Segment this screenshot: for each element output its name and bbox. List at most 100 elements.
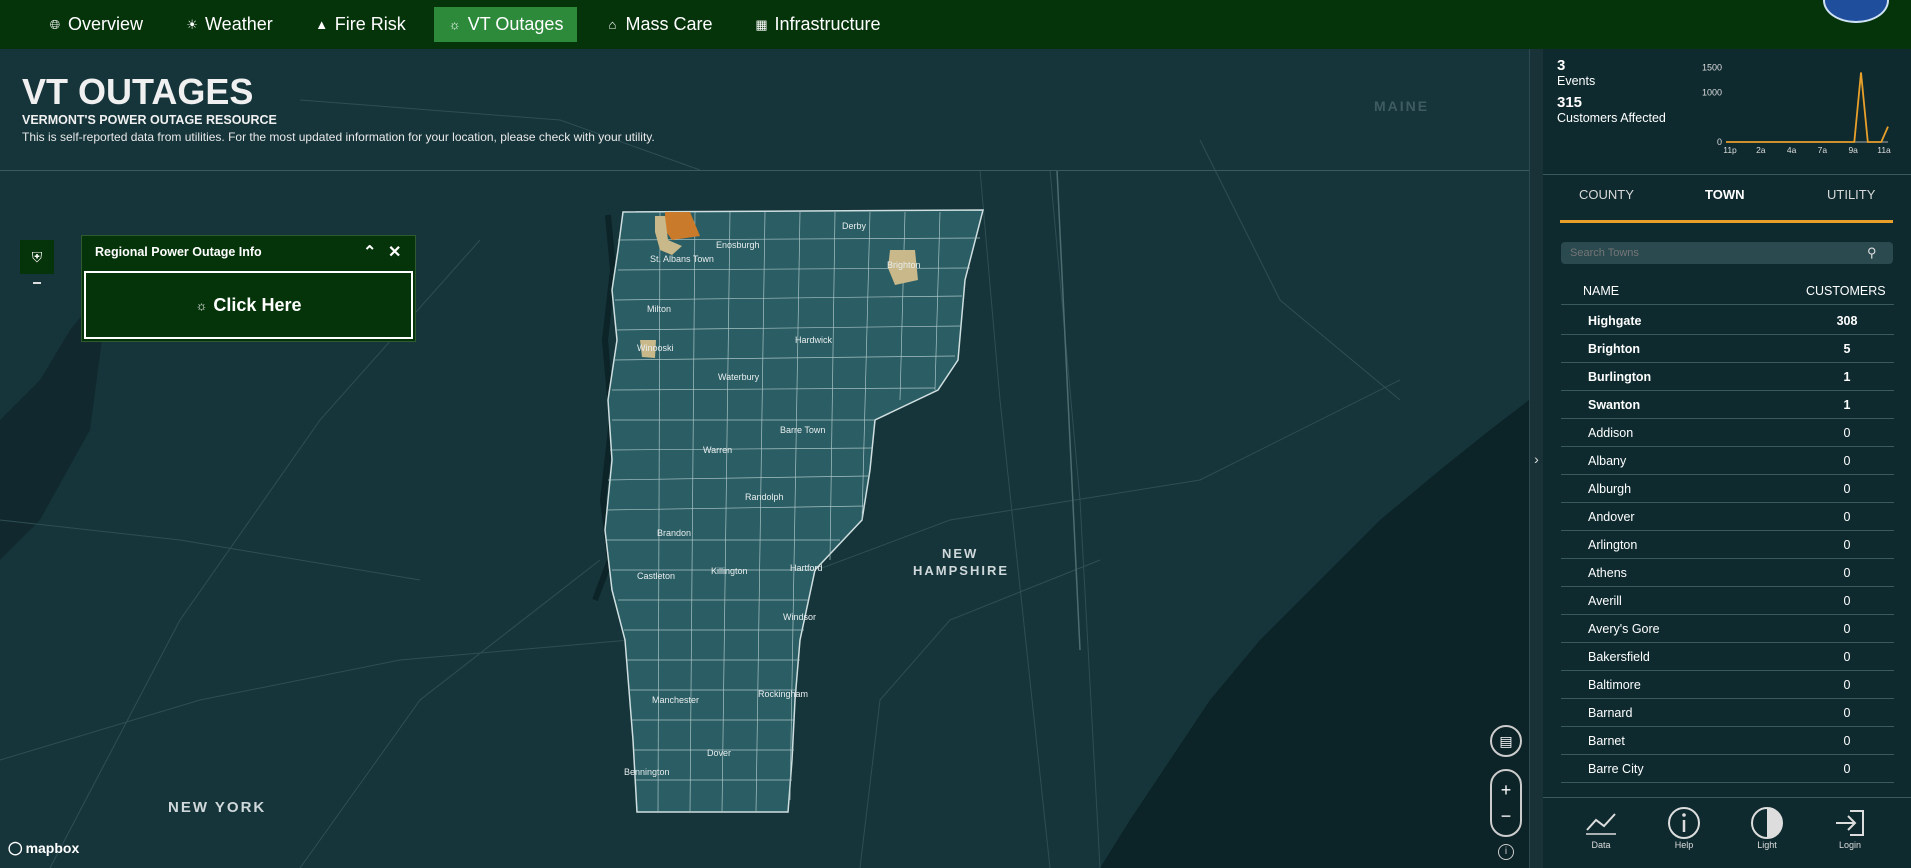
- header-divider: [0, 170, 1529, 171]
- table-row[interactable]: Barnet 0: [1561, 727, 1894, 755]
- table-row[interactable]: Andover 0: [1561, 503, 1894, 531]
- town-label-hartford: Hartford: [790, 563, 823, 573]
- nav-label: Overview: [68, 14, 144, 34]
- lightbulb-icon: ☼: [195, 297, 208, 313]
- town-name: Arlington: [1588, 538, 1638, 552]
- customer-count: 0: [1843, 622, 1851, 636]
- login-icon: [1820, 806, 1880, 840]
- town-name: Highgate: [1588, 314, 1642, 328]
- login-button[interactable]: Login: [1820, 806, 1880, 850]
- mapbox-logo-icon: ◯: [8, 840, 23, 855]
- zoom-control: + −: [1490, 769, 1522, 837]
- y-tick-label: 1500: [1702, 63, 1722, 73]
- layer-divider: [33, 282, 41, 284]
- data-button[interactable]: Data: [1571, 806, 1631, 850]
- table-row[interactable]: Highgate 308: [1561, 307, 1894, 335]
- town-name: Barnet: [1588, 734, 1625, 748]
- map-layer-toggle[interactable]: ⛨: [20, 240, 54, 274]
- nav-weather[interactable]: ☀ Weather: [171, 7, 287, 42]
- column-header-customers[interactable]: CUSTOMERS: [1806, 284, 1886, 298]
- y-tick-label: 1000: [1702, 87, 1722, 97]
- customer-count: 0: [1843, 482, 1851, 496]
- map-canvas[interactable]: Derby Enosburgh St. Albans Town Brighton…: [0, 49, 1529, 868]
- column-header-name[interactable]: NAME: [1583, 284, 1619, 298]
- sun-icon: ☀: [186, 16, 198, 32]
- collapse-icon[interactable]: ⌃: [363, 242, 376, 262]
- town-name: Barre City: [1588, 762, 1644, 776]
- table-row[interactable]: Averill 0: [1561, 587, 1894, 615]
- mapbox-label: mapbox: [25, 840, 80, 856]
- light-mode-button[interactable]: Light: [1737, 806, 1797, 850]
- attribution-info-icon[interactable]: i: [1498, 844, 1514, 860]
- table-row[interactable]: Arlington 0: [1561, 531, 1894, 559]
- customer-count: 0: [1843, 650, 1851, 664]
- nav-vt-outages[interactable]: ☼ VT Outages: [433, 7, 578, 42]
- search-icon[interactable]: ⚲: [1867, 245, 1877, 261]
- town-name: Avery's Gore: [1588, 622, 1660, 636]
- page-subtitle: VERMONT'S POWER OUTAGE RESOURCE: [22, 113, 277, 127]
- table-row[interactable]: Barre City 0: [1561, 755, 1894, 783]
- tab-county[interactable]: COUNTY: [1579, 187, 1634, 202]
- search-towns-input[interactable]: [1561, 242, 1893, 264]
- table-row[interactable]: Barnard 0: [1561, 699, 1894, 727]
- close-icon[interactable]: ✕: [388, 242, 401, 262]
- customer-count: 1: [1843, 370, 1851, 384]
- table-row[interactable]: Brighton 5: [1561, 335, 1894, 363]
- table-row[interactable]: Alburgh 0: [1561, 475, 1894, 503]
- table-row[interactable]: Athens 0: [1561, 559, 1894, 587]
- town-label-st-albans: St. Albans Town: [650, 254, 714, 264]
- data-label: Data: [1591, 840, 1611, 850]
- agency-logo: [1823, 0, 1889, 23]
- nav-label: Infrastructure: [774, 14, 881, 34]
- chevron-right-icon: ›: [1534, 450, 1539, 467]
- customer-count: 0: [1843, 734, 1851, 748]
- town-name: Alburgh: [1588, 482, 1632, 496]
- customer-count: 0: [1843, 566, 1851, 580]
- x-tick-label: 2a: [1756, 145, 1766, 155]
- help-button[interactable]: Help: [1654, 806, 1714, 850]
- map[interactable]: Derby Enosburgh St. Albans Town Brighton…: [0, 49, 1529, 868]
- town-label-winooski: Winooski: [637, 343, 674, 353]
- mapbox-attribution[interactable]: ◯ mapbox: [8, 840, 79, 856]
- events-count: 3: [1557, 57, 1566, 74]
- customer-count: 0: [1843, 678, 1851, 692]
- house-icon: ⌂: [608, 17, 617, 32]
- click-here-button[interactable]: ☼ Click Here: [84, 271, 413, 339]
- tab-town[interactable]: TOWN: [1705, 187, 1744, 202]
- building-icon: ▦: [755, 16, 768, 32]
- table-row[interactable]: Albany 0: [1561, 447, 1894, 475]
- town-label-waterbury: Waterbury: [718, 372, 760, 382]
- tab-utility[interactable]: UTILITY: [1827, 187, 1875, 202]
- x-tick-label: 11p: [1723, 145, 1737, 155]
- nav-infrastructure[interactable]: ▦ Infrastructure: [740, 7, 894, 42]
- basemap-button[interactable]: ▤: [1490, 725, 1522, 757]
- town-label-enosburgh: Enosburgh: [716, 240, 760, 250]
- regional-outage-panel: Regional Power Outage Info ⌃ ✕ ☼ Click H…: [81, 235, 416, 342]
- customer-count: 0: [1843, 762, 1851, 776]
- town-name: Barnard: [1588, 706, 1633, 720]
- sidebar-collapse-handle[interactable]: ›: [1529, 49, 1543, 868]
- page-title: VT OUTAGES: [22, 71, 254, 112]
- table-row[interactable]: Burlington 1: [1561, 363, 1894, 391]
- table-header: NAME CUSTOMERS: [1561, 275, 1894, 305]
- nav-fire-risk[interactable]: ▲ Fire Risk: [301, 7, 420, 42]
- stats-divider: [1543, 174, 1911, 175]
- town-label-killington: Killington: [711, 566, 748, 576]
- state-label-nh-1: NEW: [942, 546, 978, 561]
- nav-mass-care[interactable]: ⌂ Mass Care: [591, 7, 726, 42]
- town-label-barre-town: Barre Town: [780, 425, 825, 435]
- town-label-dover: Dover: [707, 748, 731, 758]
- outage-sidebar: 3 Events 315 Customers Affected 0 1000 150…: [1543, 49, 1911, 868]
- y-tick-label: 0: [1717, 137, 1722, 147]
- table-row[interactable]: Baltimore 0: [1561, 671, 1894, 699]
- table-row[interactable]: Swanton 1: [1561, 391, 1894, 419]
- zoom-in-button[interactable]: +: [1501, 777, 1512, 803]
- nav-overview[interactable]: 🌐︎ Overview: [34, 7, 157, 42]
- table-row[interactable]: Avery's Gore 0: [1561, 615, 1894, 643]
- zoom-out-button[interactable]: −: [1501, 803, 1512, 829]
- customer-count: 308: [1836, 314, 1858, 328]
- town-label-warren: Warren: [703, 445, 732, 455]
- summary-stats: 3 Events 315 Customers Affected: [1557, 57, 1666, 125]
- table-row[interactable]: Bakersfield 0: [1561, 643, 1894, 671]
- table-row[interactable]: Addison 0: [1561, 419, 1894, 447]
